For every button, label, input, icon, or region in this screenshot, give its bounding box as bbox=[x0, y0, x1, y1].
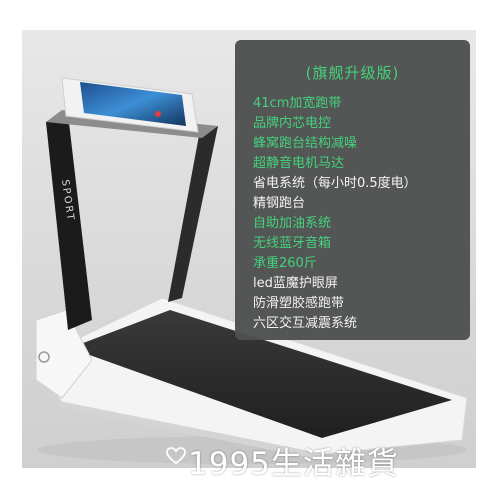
emergency-stop-icon bbox=[155, 111, 161, 117]
spec-item: 六区交互减震系统 bbox=[253, 316, 358, 331]
edition-title: (旗舰升级版) bbox=[305, 64, 400, 82]
right-upright bbox=[168, 126, 218, 302]
spec-item: 省电系统（每小时0.5度电） bbox=[253, 176, 417, 191]
spec-item: 蜂窝跑台结构减噪 bbox=[253, 136, 358, 151]
heart-outline-icon bbox=[166, 447, 186, 465]
spec-item: 精钢跑台 bbox=[253, 196, 306, 211]
spec-item: 超静音电机马达 bbox=[253, 156, 345, 171]
spec-panel: (旗舰升级版) 41cm加宽跑带 品牌内芯电控蜂窝跑台结构减噪 超静音电机马达省电系… bbox=[235, 40, 470, 340]
spec-list: 41cm加宽跑带 品牌内芯电控蜂窝跑台结构减噪 超静音电机马达省电系统（每小时0.5… bbox=[253, 94, 417, 334]
spec-item: 41cm加宽跑带 bbox=[253, 96, 342, 111]
spec-item: 防滑塑胶感跑带 bbox=[253, 296, 345, 311]
spec-item: led蓝魔护眼屏 bbox=[253, 276, 338, 291]
watermark-text: 1995生活雜貨 bbox=[188, 446, 399, 482]
spec-item: 品牌内芯电控 bbox=[253, 116, 332, 131]
product-image-page: SPORT (旗舰升级版) 41cm加宽跑带 品牌内芯电控 蜂窝跑台结构减噪 超静音电… bbox=[0, 0, 500, 500]
spec-item: 无线蓝牙音箱 bbox=[253, 236, 332, 251]
spec-item: 承重260斤 bbox=[253, 256, 317, 271]
spec-item: 自助加油系统 bbox=[253, 216, 332, 231]
